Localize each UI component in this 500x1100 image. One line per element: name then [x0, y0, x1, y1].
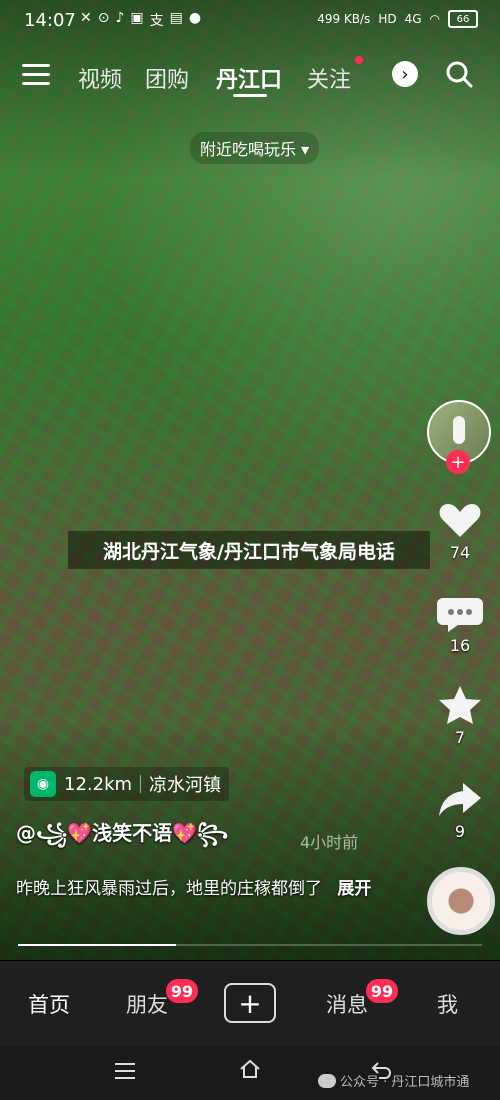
- expand-caption-button[interactable]: 展开: [337, 879, 371, 899]
- heart-icon: [439, 504, 481, 537]
- close-notification-icon: ✕: [80, 10, 92, 26]
- tab-following[interactable]: 关注: [307, 62, 351, 94]
- comment-icon: [437, 598, 483, 632]
- tab-video[interactable]: 视频: [78, 62, 122, 94]
- wechat-icon: [318, 1073, 336, 1088]
- app-notification-icon: ▣: [130, 10, 144, 26]
- create-post-button[interactable]: +: [224, 983, 276, 1023]
- bottom-navigation: 首页 朋友 99 + 消息 99 我: [0, 961, 500, 1046]
- circle-notification-icon: ⊙: [97, 10, 110, 26]
- forward-arrow-icon[interactable]: ›: [392, 61, 418, 87]
- music-notification-icon: ♪: [115, 10, 125, 26]
- tab-home[interactable]: 首页: [28, 989, 70, 1019]
- menu-icon[interactable]: [22, 64, 50, 88]
- top-navigation: 视频 团购 丹江口 关注 ›: [0, 48, 500, 108]
- share-arrow-icon: [439, 783, 481, 816]
- caption-text: 昨晚上狂风暴雨过后，地里的庄稼都倒了: [16, 879, 322, 899]
- status-bar: 14:07 ✕ ⊙ ♪ ▣ 支 ▤ ● 499 KB/s HD 4G ◠ 66: [0, 0, 500, 40]
- music-disc-icon[interactable]: [427, 867, 495, 935]
- video-overlay-title: 湖北丹江气象/丹江口市气象局电话: [68, 531, 430, 569]
- follow-plus-icon[interactable]: +: [446, 450, 470, 474]
- comment-button[interactable]: 16: [425, 592, 495, 655]
- system-navigation-bar: 公众号 · 丹江口城市通: [0, 1046, 500, 1100]
- video-progress-fill: [18, 944, 176, 946]
- video-action-rail: + 74 16 7 9: [425, 398, 495, 938]
- tab-friends[interactable]: 朋友: [126, 989, 168, 1019]
- location-tag[interactable]: ◉ 12.2km 凉水河镇: [24, 767, 230, 801]
- status-time: 14:07: [24, 10, 76, 31]
- nearby-food-fun-filter[interactable]: 附近吃喝玩乐 ▾: [190, 132, 320, 164]
- star-icon: [439, 686, 481, 724]
- location-pin-icon: ◉: [30, 771, 56, 797]
- battery-icon: 66: [448, 10, 478, 28]
- location-divider: [140, 775, 142, 793]
- home-icon[interactable]: [238, 1057, 262, 1081]
- favorite-button[interactable]: 7: [425, 684, 495, 747]
- network-type: 4G: [404, 12, 422, 26]
- avatar-person-image: [453, 416, 465, 444]
- author-name[interactable]: @꧁💖浅笑不语💖꧂: [16, 817, 228, 859]
- battery-level: 66: [456, 13, 470, 25]
- app-square-notification-icon: ▤: [169, 10, 183, 26]
- watermark-text: 公众号 · 丹江口城市通: [340, 1075, 470, 1090]
- phone-screen: 14:07 ✕ ⊙ ♪ ▣ 支 ▤ ● 499 KB/s HD 4G ◠ 66 …: [0, 0, 500, 1100]
- active-tab-indicator: [233, 94, 267, 97]
- search-icon[interactable]: [445, 60, 473, 88]
- network-speed: 499 KB/s: [317, 12, 371, 26]
- share-count: 9: [454, 822, 466, 841]
- tab-messages[interactable]: 消息: [326, 989, 368, 1019]
- recent-apps-icon[interactable]: [115, 1063, 135, 1081]
- location-name: 凉水河镇: [149, 775, 222, 796]
- video-caption: 昨晚上狂风暴雨过后，地里的庄稼都倒了 展开: [16, 875, 376, 903]
- following-notification-dot: [355, 56, 363, 64]
- like-count: 74: [449, 543, 471, 562]
- tab-me[interactable]: 我: [437, 989, 458, 1019]
- comment-count: 16: [449, 636, 471, 655]
- status-left-icons: ✕ ⊙ ♪ ▣ 支 ▤ ●: [80, 10, 201, 30]
- like-button[interactable]: 74: [425, 499, 495, 562]
- friends-badge: 99: [166, 979, 198, 1003]
- wifi-icon: ◠: [429, 12, 440, 26]
- tab-danjiangkou[interactable]: 丹江口: [216, 62, 282, 94]
- location-distance: 12.2km: [64, 773, 133, 795]
- wechat-watermark: 公众号 · 丹江口城市通: [318, 1071, 469, 1090]
- status-right-cluster: 499 KB/s HD 4G ◠ 66: [317, 10, 478, 28]
- tab-group-buy[interactable]: 团购: [145, 62, 189, 94]
- favorite-count: 7: [454, 728, 466, 747]
- share-button[interactable]: 9: [425, 778, 495, 841]
- hd-icon: HD: [378, 12, 397, 26]
- chat-notification-icon: ●: [188, 10, 202, 26]
- alipay-notification-icon: 支: [149, 13, 164, 29]
- video-progress-bar[interactable]: [18, 944, 482, 946]
- post-time: 4小时前: [300, 833, 359, 852]
- messages-badge: 99: [366, 979, 398, 1003]
